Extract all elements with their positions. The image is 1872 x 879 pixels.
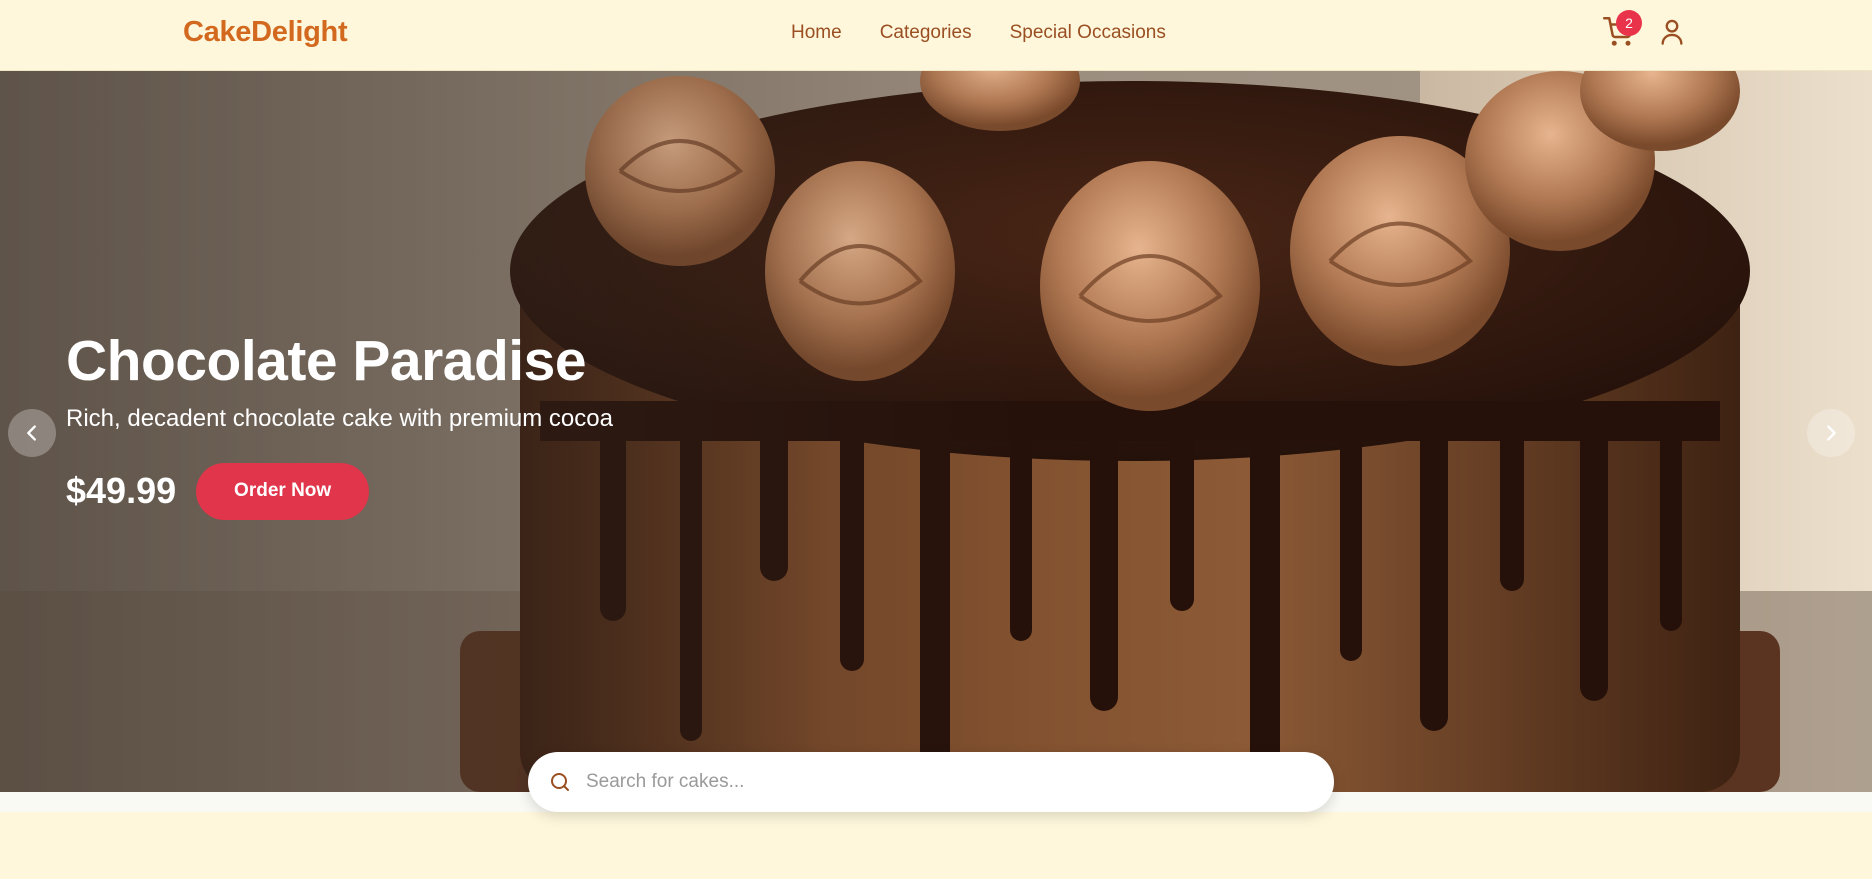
search-icon [551,773,569,791]
search-bar[interactable] [528,752,1334,812]
nav-categories[interactable]: Categories [880,22,972,44]
hero-content: Chocolate Paradise Rich, decadent chocol… [66,329,613,520]
chevron-right-icon [1827,425,1836,441]
page-content-area [0,812,1872,879]
nav-home[interactable]: Home [791,22,842,44]
cart-button[interactable]: 2 [1600,10,1642,52]
cart-count-badge: 2 [1616,10,1642,36]
hero-subtitle: Rich, decadent chocolate cake with premi… [66,404,613,432]
carousel-next-button[interactable] [1807,409,1855,457]
hero-carousel: Chocolate Paradise Rich, decadent chocol… [0,71,1872,792]
hero-price: $49.99 [66,470,177,512]
order-now-button[interactable]: Order Now [196,462,370,520]
user-icon [1661,19,1683,45]
nav-special-occasions[interactable]: Special Occasions [1010,22,1166,44]
hero-price-row: $49.99 Order Now [66,462,613,520]
site-header: CakeDelight Home Categories Special Occa… [0,0,1872,71]
search-input[interactable] [586,771,1286,793]
account-button[interactable] [1654,12,1690,52]
chevron-left-icon [27,425,36,441]
logo[interactable]: CakeDelight [183,16,348,49]
carousel-prev-button[interactable] [8,409,56,457]
main-nav: Home Categories Special Occasions [791,22,1166,44]
hero-title: Chocolate Paradise [66,329,587,393]
header-actions: 2 [1600,10,1690,52]
